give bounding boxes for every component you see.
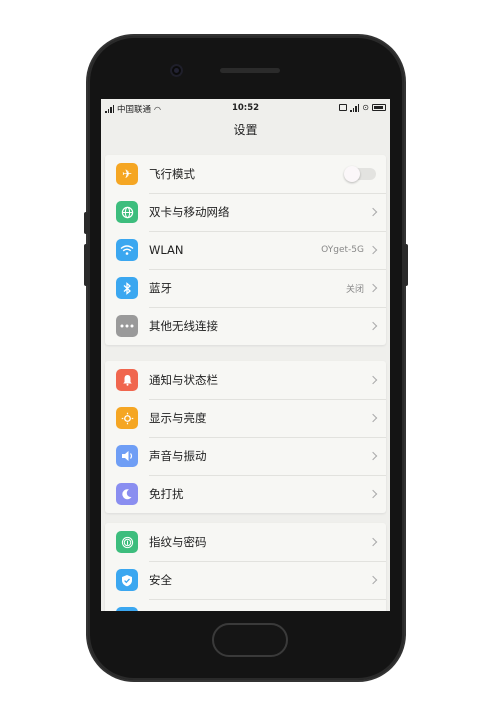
settings-item-label: 通知与状态栏 <box>149 373 218 387</box>
chevron-right-icon <box>368 321 378 331</box>
status-bar: 中国联通 ◠ 10:52 ⊙ <box>101 99 390 117</box>
settings-item-display-brightness[interactable]: 显示与亮度 <box>105 399 386 437</box>
front-camera <box>170 64 183 77</box>
chevron-right-icon <box>368 207 378 217</box>
moon-icon <box>116 483 138 505</box>
chevron-right-icon <box>368 451 378 461</box>
alarm-icon: ⊙ <box>362 103 369 112</box>
settings-item-label: 飞行模式 <box>149 167 195 181</box>
settings-group-display-sound: 通知与状态栏 显示与亮度 声音与振动 免打扰 <box>105 361 386 513</box>
settings-item-label: 蓝牙 <box>149 281 172 295</box>
volume-down-button <box>84 244 88 286</box>
settings-item-security[interactable]: 安全 <box>105 561 386 599</box>
settings-item-bluetooth[interactable]: 蓝牙 关闭 <box>105 269 386 307</box>
battery-icon <box>372 104 386 111</box>
settings-item-wlan[interactable]: WLAN OYget-5G <box>105 231 386 269</box>
settings-item-dual-sim-network[interactable]: 双卡与移动网络 <box>105 193 386 231</box>
earpiece-speaker <box>220 68 280 73</box>
chevron-right-icon <box>368 413 378 423</box>
power-button <box>404 244 408 286</box>
screen: 中国联通 ◠ 10:52 ⊙ 设置 ✈ 飞行模式 双卡与移动网络 WLAN OY… <box>101 99 390 611</box>
chevron-right-icon <box>368 283 378 293</box>
settings-item-label: 其他无线连接 <box>149 319 218 333</box>
settings-item-label: WLAN <box>149 243 184 257</box>
settings-item-airplane-mode[interactable]: ✈ 飞行模式 <box>105 155 386 193</box>
chevron-right-icon <box>368 245 378 255</box>
settings-item-label: 指纹与密码 <box>149 535 207 549</box>
bluetooth-icon <box>116 277 138 299</box>
fingerprint-icon <box>116 531 138 553</box>
signal-strength-icon <box>350 103 360 112</box>
settings-item-label: 安全 <box>149 573 172 587</box>
shield-icon <box>116 569 138 591</box>
settings-item-label: 声音与振动 <box>149 449 207 463</box>
settings-item-do-not-disturb[interactable]: 免打扰 <box>105 475 386 513</box>
airplane-icon: ✈ <box>116 163 138 185</box>
more-icon <box>116 315 138 337</box>
settings-item-sound-vibration[interactable]: 声音与振动 <box>105 437 386 475</box>
airplane-mode-toggle[interactable] <box>344 166 376 182</box>
bluetooth-status: 关闭 <box>345 284 364 295</box>
settings-item-label: 免打扰 <box>149 487 184 501</box>
bell-icon <box>116 369 138 391</box>
settings-item-label: 显示与亮度 <box>149 411 207 425</box>
chevron-right-icon <box>368 489 378 499</box>
speaker-icon <box>116 445 138 467</box>
settings-group-security: 指纹与密码 安全 <box>105 523 386 611</box>
settings-item-label: 双卡与移动网络 <box>149 205 230 219</box>
settings-group-connectivity: ✈ 飞行模式 双卡与移动网络 WLAN OYget-5G 蓝牙 关闭 其他无线连… <box>105 155 386 345</box>
home-button[interactable] <box>212 623 288 657</box>
wifi-icon <box>116 239 138 261</box>
settings-item-partial[interactable] <box>105 599 386 611</box>
wlan-network-name: OYget-5G <box>321 245 364 255</box>
settings-item-fingerprint-password[interactable]: 指纹与密码 <box>105 523 386 561</box>
brightness-icon <box>116 407 138 429</box>
partial-settings-icon <box>116 607 138 611</box>
screen-cast-icon <box>339 104 348 111</box>
page-title: 设置 <box>233 123 258 137</box>
chevron-right-icon <box>368 575 378 585</box>
settings-item-other-wireless[interactable]: 其他无线连接 <box>105 307 386 345</box>
globe-icon <box>116 201 138 223</box>
chevron-right-icon <box>368 375 378 385</box>
settings-item-notifications[interactable]: 通知与状态栏 <box>105 361 386 399</box>
chevron-right-icon <box>368 537 378 547</box>
volume-up-button <box>84 212 88 234</box>
